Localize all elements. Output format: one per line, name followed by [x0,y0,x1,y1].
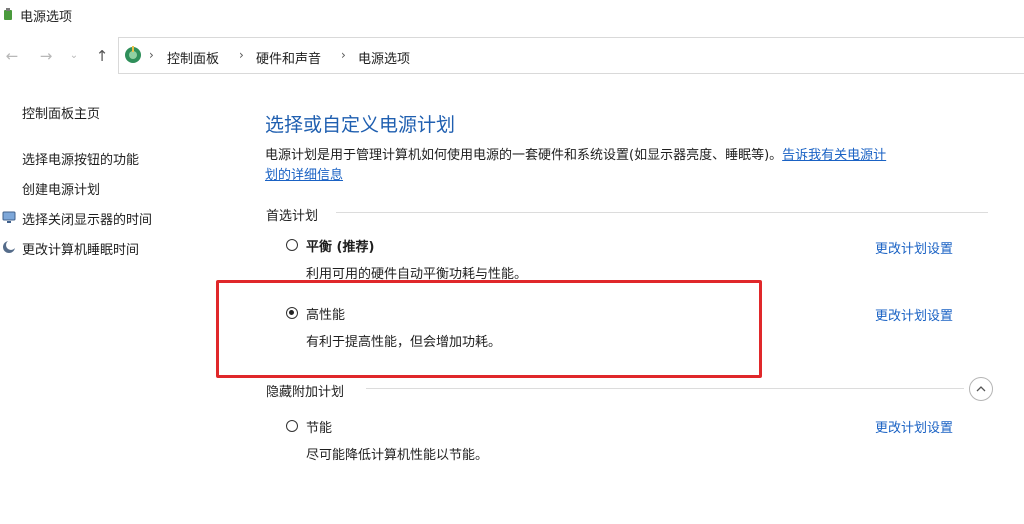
learn-more-link-continued[interactable]: 划的详细信息 [265,168,343,183]
recent-locations-chevron-icon[interactable]: ⌄ [64,46,84,66]
create-power-plan-link[interactable]: 创建电源计划 [22,179,100,198]
breadcrumb-control-panel[interactable]: 控制面板 [167,48,219,67]
breadcrumb-hardware-sound[interactable]: 硬件和声音 [256,48,321,67]
power-saver-plan-name[interactable]: 节能 [306,417,332,436]
power-saver-plan-description: 尽可能降低计算机性能以节能。 [306,448,489,463]
power-saver-plan-radio[interactable] [286,420,298,432]
sleep-moon-icon [3,240,16,253]
power-saver-change-settings-link[interactable]: 更改计划设置 [875,417,953,436]
control-panel-icon [125,46,141,63]
control-panel-home-link[interactable]: 控制面板主页 [22,103,100,122]
breadcrumb-separator-icon: › [149,48,154,62]
breadcrumb-separator-icon: › [239,48,244,62]
page-title: 选择或自定义电源计划 [265,114,456,136]
balanced-plan-name[interactable]: 平衡 (推荐) [306,236,374,255]
back-arrow-icon[interactable]: ← [2,46,22,66]
choose-power-button-link[interactable]: 选择电源按钮的功能 [22,149,139,168]
learn-more-link[interactable]: 告诉我有关电源计 [782,148,886,163]
high-performance-change-settings-link[interactable]: 更改计划设置 [875,305,953,324]
description-text: 电源计划是用于管理计算机如何使用电源的一套硬件和系统设置(如显示器亮度、睡眠等)… [265,148,783,163]
breadcrumb-separator-icon: › [341,48,346,62]
preferred-plans-divider [336,212,988,213]
title-bar: 电源选项 [0,0,1024,30]
hidden-plans-divider [366,388,964,389]
computer-sleep-time-link[interactable]: 更改计算机睡眠时间 [22,239,139,258]
page-description: 电源计划是用于管理计算机如何使用电源的一套硬件和系统设置(如显示器亮度、睡眠等)… [265,146,990,186]
navigation-bar: ← → ⌄ ↑ › 控制面板 › 硬件和声音 › 电源选项 [0,36,1024,76]
window-title: 电源选项 [20,10,73,25]
display-icon [2,211,16,223]
display-off-time-link[interactable]: 选择关闭显示器的时间 [22,209,152,228]
highlight-annotation-box [216,280,762,378]
up-arrow-icon[interactable]: ↑ [92,46,112,66]
forward-arrow-icon[interactable]: → [36,46,56,66]
breadcrumb-power-options[interactable]: 电源选项 [358,48,410,67]
preferred-plans-label: 首选计划 [266,209,319,224]
address-bar[interactable]: › 控制面板 › 硬件和声音 › 电源选项 [118,37,1024,74]
collapse-chevron-up-icon[interactable] [969,377,993,401]
chevron-up-icon [976,386,986,392]
balanced-plan-radio[interactable] [286,239,298,251]
balanced-change-settings-link[interactable]: 更改计划设置 [875,238,953,257]
hidden-plans-label: 隐藏附加计划 [266,385,345,400]
power-options-icon [4,8,12,20]
